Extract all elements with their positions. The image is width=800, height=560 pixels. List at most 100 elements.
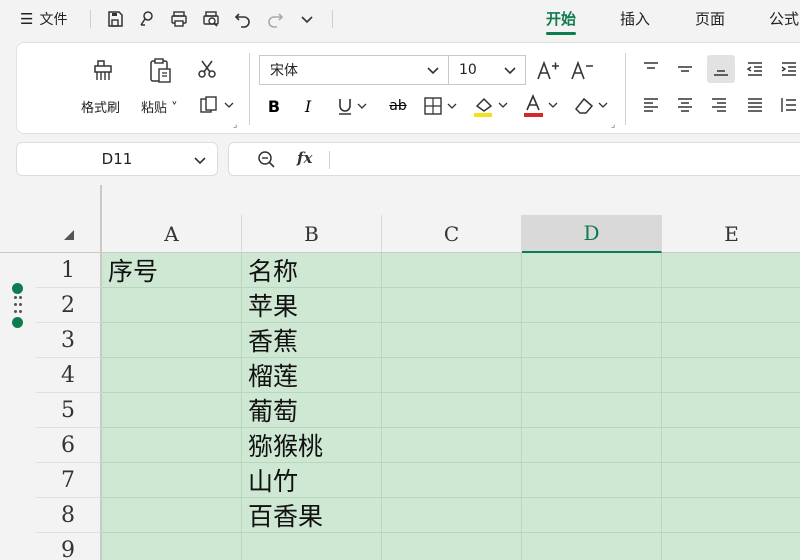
cell-c7[interactable]	[382, 463, 522, 498]
save-icon[interactable]	[104, 8, 126, 30]
align-bottom-icon[interactable]	[707, 55, 735, 83]
align-left-icon[interactable]	[639, 93, 663, 117]
cell-a1[interactable]: 序号	[102, 253, 242, 288]
row-header[interactable]: 5	[36, 393, 102, 428]
row-header[interactable]: 9	[36, 533, 102, 560]
cell-c1[interactable]	[382, 253, 522, 288]
print-preview-icon[interactable]	[200, 8, 222, 30]
increase-indent-icon[interactable]	[777, 57, 800, 81]
tab-home[interactable]: 开始	[546, 8, 577, 35]
column-header-d[interactable]: D	[522, 215, 662, 253]
print-icon[interactable]	[168, 8, 190, 30]
format-painter-icon[interactable]	[87, 55, 121, 85]
format-painter-label[interactable]: 格式刷	[81, 97, 120, 116]
clipboard-launcher-icon[interactable]: ⌟	[233, 120, 237, 130]
name-box[interactable]: D11	[16, 142, 218, 176]
row-header[interactable]: 3	[36, 323, 102, 358]
cell-b9[interactable]	[242, 533, 382, 560]
clear-format-icon[interactable]	[571, 93, 611, 119]
font-size-select[interactable]: 10	[448, 55, 526, 85]
function-icon[interactable]: fx	[297, 149, 312, 167]
cell-a3[interactable]	[102, 323, 242, 358]
font-name-select[interactable]: 宋体	[259, 55, 449, 85]
cell-d7[interactable]	[522, 463, 662, 498]
align-center-icon[interactable]	[673, 93, 697, 117]
tab-formula[interactable]: 公式	[769, 8, 799, 29]
undo-icon[interactable]	[232, 8, 254, 30]
row-header[interactable]: 8	[36, 498, 102, 533]
cell-a8[interactable]	[102, 498, 242, 533]
cell-e2[interactable]	[662, 288, 800, 323]
cell-e9[interactable]	[662, 533, 800, 560]
cell-e1[interactable]	[662, 253, 800, 288]
paste-label[interactable]: 粘贴 ˅	[141, 97, 178, 116]
cell-b2[interactable]: 苹果	[242, 288, 382, 323]
select-all-corner[interactable]	[0, 185, 102, 253]
bold-icon[interactable]: B	[263, 95, 285, 117]
cell-b4[interactable]: 榴莲	[242, 358, 382, 393]
row-group-handle-icon[interactable]	[10, 283, 26, 329]
underline-icon[interactable]	[335, 95, 369, 117]
cell-c3[interactable]	[382, 323, 522, 358]
cell-c6[interactable]	[382, 428, 522, 463]
cell-e6[interactable]	[662, 428, 800, 463]
decrease-indent-icon[interactable]	[743, 57, 767, 81]
cell-d6[interactable]	[522, 428, 662, 463]
cell-d9[interactable]	[522, 533, 662, 560]
row-header[interactable]: 6	[36, 428, 102, 463]
cell-d2[interactable]	[522, 288, 662, 323]
borders-icon[interactable]	[421, 95, 461, 117]
row-header[interactable]: 2	[36, 288, 102, 323]
cell-b8[interactable]: 百香果	[242, 498, 382, 533]
row-header[interactable]: 7	[36, 463, 102, 498]
column-header-c[interactable]: C	[382, 215, 522, 253]
cell-a7[interactable]	[102, 463, 242, 498]
more-icon[interactable]	[296, 8, 318, 30]
cell-b3[interactable]: 香蕉	[242, 323, 382, 358]
cell-a5[interactable]	[102, 393, 242, 428]
paste-icon[interactable]	[143, 55, 177, 85]
font-color-icon[interactable]	[521, 93, 561, 119]
cell-b7[interactable]: 山竹	[242, 463, 382, 498]
cut-icon[interactable]	[195, 57, 219, 81]
tab-page[interactable]: 页面	[695, 8, 725, 29]
row-header[interactable]: 1	[36, 253, 102, 288]
cell-b1[interactable]: 名称	[242, 253, 382, 288]
align-middle-icon[interactable]	[673, 57, 697, 81]
fill-color-icon[interactable]	[471, 93, 511, 119]
cell-e4[interactable]	[662, 358, 800, 393]
strikethrough-icon[interactable]: ab	[385, 95, 411, 117]
font-launcher-icon[interactable]: ⌟	[611, 120, 615, 130]
cell-c8[interactable]	[382, 498, 522, 533]
cell-a4[interactable]	[102, 358, 242, 393]
tab-insert[interactable]: 插入	[620, 8, 650, 29]
cell-a6[interactable]	[102, 428, 242, 463]
cell-a2[interactable]	[102, 288, 242, 323]
cell-d1[interactable]	[522, 253, 662, 288]
cell-b6[interactable]: 猕猴桃	[242, 428, 382, 463]
cloud-icon[interactable]	[136, 8, 158, 30]
align-right-icon[interactable]	[707, 93, 731, 117]
italic-icon[interactable]: I	[297, 95, 319, 117]
cell-d5[interactable]	[522, 393, 662, 428]
cell-c9[interactable]	[382, 533, 522, 560]
cell-d4[interactable]	[522, 358, 662, 393]
decrease-font-icon[interactable]	[569, 57, 595, 83]
column-header-e[interactable]: E	[662, 215, 800, 253]
cell-e7[interactable]	[662, 463, 800, 498]
cell-d8[interactable]	[522, 498, 662, 533]
justify-icon[interactable]	[743, 93, 767, 117]
distributed-align-icon[interactable]	[777, 93, 800, 117]
cell-c5[interactable]	[382, 393, 522, 428]
align-top-icon[interactable]	[639, 57, 663, 81]
cell-e5[interactable]	[662, 393, 800, 428]
file-menu-button[interactable]: ☰ 文件	[20, 8, 67, 30]
formula-bar[interactable]: fx	[228, 142, 800, 176]
copy-icon[interactable]	[197, 93, 237, 117]
cell-c2[interactable]	[382, 288, 522, 323]
cell-e3[interactable]	[662, 323, 800, 358]
cell-b5[interactable]: 葡萄	[242, 393, 382, 428]
row-header[interactable]: 4	[36, 358, 102, 393]
redo-icon[interactable]	[264, 8, 286, 30]
cell-d3[interactable]	[522, 323, 662, 358]
